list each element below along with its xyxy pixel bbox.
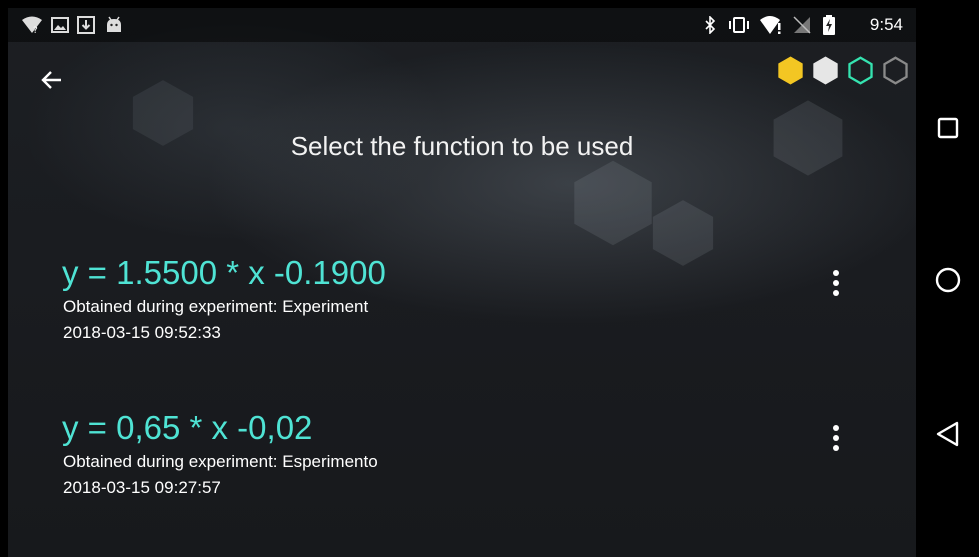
- more-options-button[interactable]: [818, 418, 854, 458]
- back-button[interactable]: [36, 64, 68, 96]
- recents-button[interactable]: [930, 110, 966, 146]
- more-vert-icon: [833, 290, 839, 296]
- more-vert-icon: [833, 270, 839, 276]
- no-sim-icon: [790, 15, 814, 35]
- function-list-item[interactable]: y = 0,65 * x -0,02 Obtained during exper…: [8, 408, 916, 518]
- navigation-bar: [916, 0, 979, 557]
- step-filled-hexagon-icon: [778, 55, 803, 85]
- more-vert-icon: [833, 445, 839, 451]
- page-title: Select the function to be used: [290, 131, 634, 161]
- function-date: 2018-03-15 09:52:33: [63, 323, 221, 342]
- download-icon: [76, 15, 96, 35]
- vibrate-icon: [726, 15, 752, 35]
- background-hexagon-icon: [574, 160, 652, 246]
- status-bar: ? 9:54: [8, 8, 916, 42]
- step-outline-hexagon-icon: [883, 55, 908, 85]
- recents-square-icon: [937, 117, 959, 139]
- step-filled-hexagon-icon: [813, 55, 838, 85]
- svg-text:?: ?: [33, 26, 38, 34]
- more-vert-icon: [833, 435, 839, 441]
- device-screen: ? 9:54 Select the function to be used y …: [0, 0, 979, 557]
- home-button[interactable]: [930, 262, 966, 298]
- wifi-question-icon: ?: [20, 15, 44, 35]
- status-time: 9:54: [869, 15, 903, 34]
- wifi-alert-icon: [758, 15, 784, 35]
- function-experiment: Obtained during experiment: Esperimento: [63, 452, 378, 471]
- step-outline-hexagon-icon: [848, 55, 873, 85]
- function-date: 2018-03-15 09:27:57: [63, 478, 221, 497]
- system-back-button[interactable]: [930, 416, 966, 452]
- function-equation: y = 1.5500 * x -0.1900: [62, 254, 386, 291]
- image-icon: [50, 15, 70, 35]
- back-triangle-icon: [936, 421, 959, 447]
- function-list-item[interactable]: y = 1.5500 * x -0.1900 Obtained during e…: [8, 253, 916, 363]
- function-experiment: Obtained during experiment: Experiment: [63, 297, 369, 316]
- function-equation: y = 0,65 * x -0,02: [62, 409, 313, 446]
- home-circle-icon: [935, 267, 961, 293]
- app-area: ? 9:54 Select the function to be used y …: [8, 8, 916, 557]
- more-options-button[interactable]: [818, 263, 854, 303]
- arrow-left-icon: [41, 71, 61, 89]
- battery-charging-icon: [820, 15, 838, 35]
- more-vert-icon: [833, 425, 839, 431]
- step-progress-indicator: [776, 55, 910, 85]
- bluetooth-icon: [702, 15, 718, 35]
- more-vert-icon: [833, 280, 839, 286]
- android-icon: [104, 15, 124, 35]
